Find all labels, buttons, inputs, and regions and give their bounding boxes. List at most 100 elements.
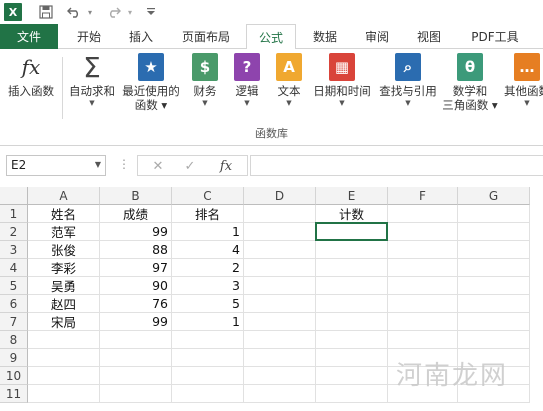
cell-g6[interactable] — [458, 295, 530, 313]
row-header-10[interactable]: 10 — [0, 367, 28, 385]
financial-button[interactable]: $ 财务 ▼ — [188, 53, 222, 108]
enter-check-icon[interactable]: ✓ — [178, 157, 202, 175]
cell-a5[interactable]: 吴勇 — [28, 277, 100, 295]
cell-c10[interactable] — [172, 367, 244, 385]
cell-e10[interactable] — [316, 367, 388, 385]
cell-f6[interactable] — [388, 295, 458, 313]
cell-b11[interactable] — [100, 385, 172, 403]
chevron-down-icon[interactable]: ▼ — [95, 160, 101, 169]
cell-c1[interactable]: 排名 — [172, 205, 244, 223]
cell-a1[interactable]: 姓名 — [28, 205, 100, 223]
cell-d3[interactable] — [244, 241, 316, 259]
cell-e9[interactable] — [316, 349, 388, 367]
column-header-a[interactable]: A — [28, 187, 100, 205]
cell-e3[interactable] — [316, 241, 388, 259]
cell-b6[interactable]: 76 — [100, 295, 172, 313]
cancel-icon[interactable]: ✕ — [146, 157, 170, 175]
cell-a7[interactable]: 宋局 — [28, 313, 100, 331]
logical-button[interactable]: ? 逻辑 ▼ — [230, 53, 264, 108]
cell-c3[interactable]: 4 — [172, 241, 244, 259]
select-all-corner[interactable] — [0, 187, 28, 205]
row-header-2[interactable]: 2 — [0, 223, 28, 241]
save-icon[interactable] — [38, 3, 54, 21]
cell-e5[interactable] — [316, 277, 388, 295]
tab-data[interactable]: 数据 — [302, 24, 348, 49]
cell-g4[interactable] — [458, 259, 530, 277]
undo-icon[interactable] — [66, 3, 82, 21]
cell-b9[interactable] — [100, 349, 172, 367]
cell-a9[interactable] — [28, 349, 100, 367]
cell-c5[interactable]: 3 — [172, 277, 244, 295]
cell-b7[interactable]: 99 — [100, 313, 172, 331]
cell-f5[interactable] — [388, 277, 458, 295]
name-box[interactable]: E2 ▼ — [6, 155, 106, 176]
cell-a2[interactable]: 范军 — [28, 223, 100, 241]
tab-page-layout[interactable]: 页面布局 — [172, 24, 240, 49]
tab-formulas[interactable]: 公式 — [246, 24, 296, 50]
cell-c6[interactable]: 5 — [172, 295, 244, 313]
undo-dropdown-icon[interactable]: ▾ — [86, 3, 94, 21]
cell-g1[interactable] — [458, 205, 530, 223]
cell-d9[interactable] — [244, 349, 316, 367]
cell-c4[interactable]: 2 — [172, 259, 244, 277]
cell-a10[interactable] — [28, 367, 100, 385]
cell-f1[interactable] — [388, 205, 458, 223]
cell-b4[interactable]: 97 — [100, 259, 172, 277]
row-header-5[interactable]: 5 — [0, 277, 28, 295]
tab-insert[interactable]: 插入 — [118, 24, 164, 49]
formula-input[interactable] — [250, 155, 543, 176]
cell-d8[interactable] — [244, 331, 316, 349]
math-trig-button[interactable]: θ 数学和 三角函数 ▾ — [442, 53, 498, 112]
cell-c11[interactable] — [172, 385, 244, 403]
tab-home[interactable]: 开始 — [66, 24, 112, 49]
cell-c9[interactable] — [172, 349, 244, 367]
cell-a8[interactable] — [28, 331, 100, 349]
autosum-button[interactable]: Σ 自动求和 ▼ — [66, 51, 118, 108]
row-header-7[interactable]: 7 — [0, 313, 28, 331]
insert-function-button[interactable]: fx 插入函数 — [4, 53, 58, 99]
cell-b8[interactable] — [100, 331, 172, 349]
redo-icon[interactable] — [106, 3, 122, 21]
cell-f7[interactable] — [388, 313, 458, 331]
column-header-b[interactable]: B — [100, 187, 172, 205]
cell-d5[interactable] — [244, 277, 316, 295]
tab-pdf-tools[interactable]: PDF工具 — [460, 24, 530, 49]
cell-d2[interactable] — [244, 223, 316, 241]
cell-f8[interactable] — [388, 331, 458, 349]
recently-used-button[interactable]: ★ 最近使用的 函数 ▾ — [120, 53, 182, 112]
cell-g8[interactable] — [458, 331, 530, 349]
formula-bar-grip-icon[interactable]: ⋮ — [118, 157, 130, 171]
cell-b10[interactable] — [100, 367, 172, 385]
text-button[interactable]: A 文本 ▼ — [272, 53, 306, 108]
customize-qat-icon[interactable] — [146, 3, 156, 21]
row-header-1[interactable]: 1 — [0, 205, 28, 223]
column-header-d[interactable]: D — [244, 187, 316, 205]
cell-g7[interactable] — [458, 313, 530, 331]
cell-g5[interactable] — [458, 277, 530, 295]
column-header-f[interactable]: F — [388, 187, 458, 205]
cell-a4[interactable]: 李彩 — [28, 259, 100, 277]
insert-function-fx-icon[interactable]: fx — [214, 157, 238, 175]
row-header-8[interactable]: 8 — [0, 331, 28, 349]
cell-f3[interactable] — [388, 241, 458, 259]
cell-a11[interactable] — [28, 385, 100, 403]
cell-d6[interactable] — [244, 295, 316, 313]
cell-e8[interactable] — [316, 331, 388, 349]
cell-e7[interactable] — [316, 313, 388, 331]
cell-g3[interactable] — [458, 241, 530, 259]
cell-b1[interactable]: 成绩 — [100, 205, 172, 223]
cell-d4[interactable] — [244, 259, 316, 277]
lookup-reference-button[interactable]: ⌕ 查找与引用 ▼ — [376, 53, 440, 108]
cell-e1[interactable]: 计数 — [316, 205, 388, 223]
column-header-e[interactable]: E — [316, 187, 388, 205]
cell-b3[interactable]: 88 — [100, 241, 172, 259]
cell-d1[interactable] — [244, 205, 316, 223]
cell-g2[interactable] — [458, 223, 530, 241]
cell-b5[interactable]: 90 — [100, 277, 172, 295]
cell-e11[interactable] — [316, 385, 388, 403]
row-header-4[interactable]: 4 — [0, 259, 28, 277]
cell-f4[interactable] — [388, 259, 458, 277]
cell-c8[interactable] — [172, 331, 244, 349]
redo-dropdown-icon[interactable]: ▾ — [126, 3, 134, 21]
row-header-6[interactable]: 6 — [0, 295, 28, 313]
